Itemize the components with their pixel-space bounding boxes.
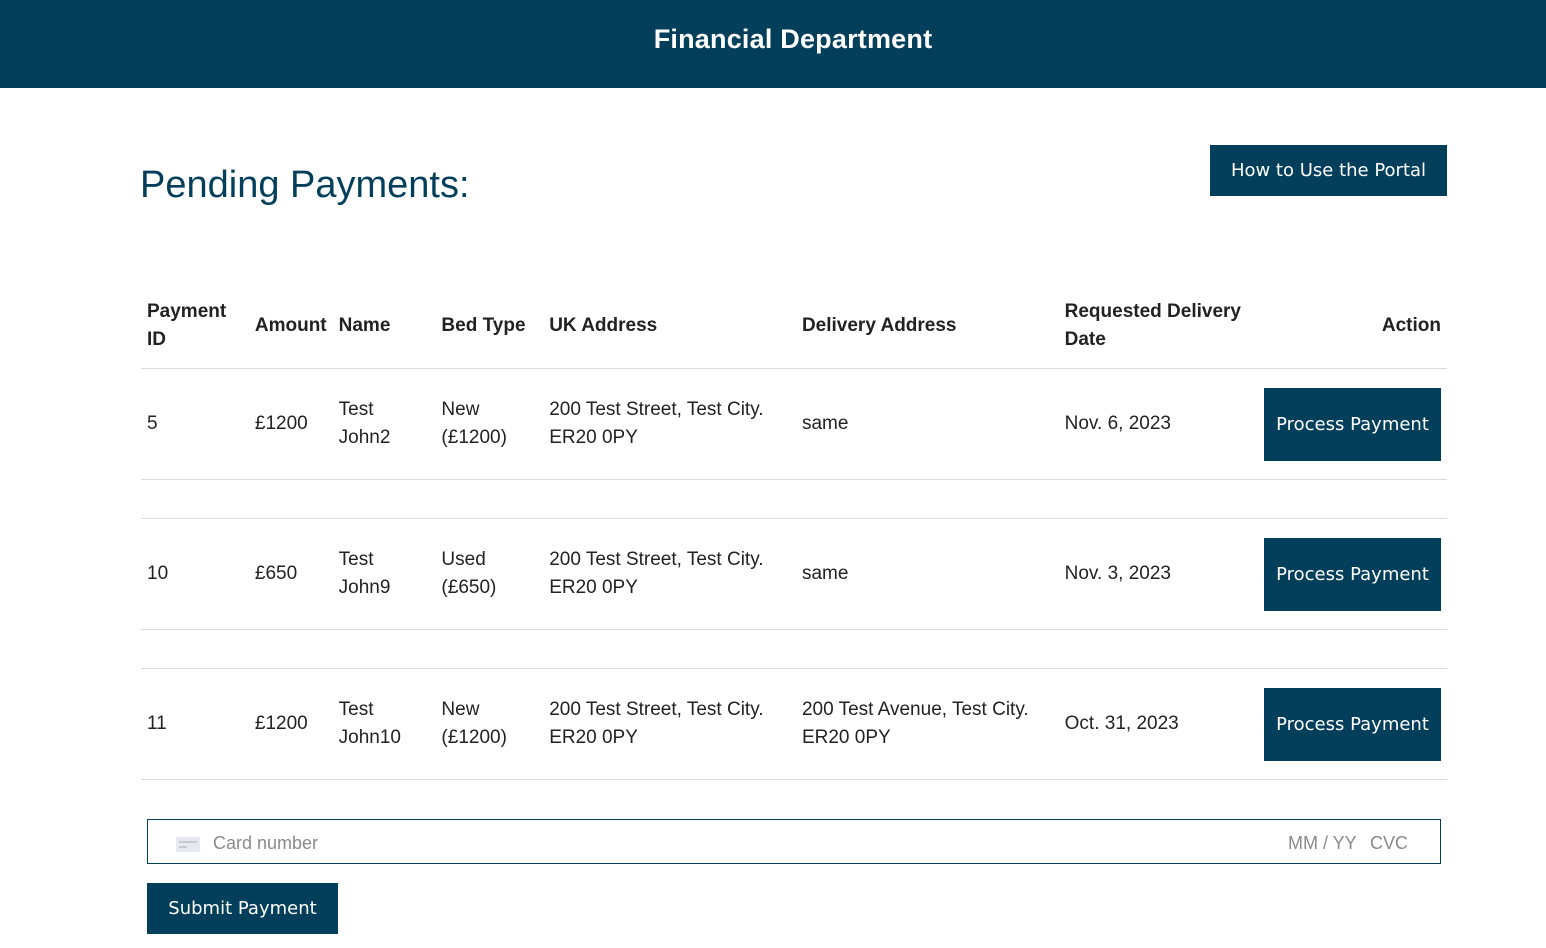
bed-type-cell: New (£1200) [435,668,544,780]
delivery-address-cell: 200 Test Avenue, Test City. ER20 0PY [795,668,1059,780]
table-row: 5 £1200 Test John2 New (£1200) 200 Test … [141,368,1447,480]
process-payment-button[interactable]: Process Payment [1264,687,1441,761]
column-header-uk-address: UK Address [543,284,796,369]
bed-type-cell: New (£1200) [435,368,544,480]
uk-address-cell: 200 Test Street, Test City. ER20 0PY [543,518,796,630]
delivery-address-cell: same [795,368,1059,480]
amount-cell: £1200 [248,668,333,780]
column-header-name: Name [332,284,436,369]
table-row: 11 £1200 Test John10 New (£1200) 200 Tes… [141,668,1447,780]
payment-id-cell: 5 [141,368,249,480]
process-payment-button[interactable]: Process Payment [1264,537,1441,611]
column-header-requested-date: Requested Delivery Date [1058,284,1258,369]
card-number-input[interactable] [211,828,915,858]
credit-card-icon [176,837,200,852]
card-payment-field [147,819,1441,864]
how-to-use-portal-button[interactable]: How to Use the Portal [1210,145,1447,196]
payment-id-cell: 11 [141,668,249,780]
action-cell: Process Payment [1257,518,1447,630]
pending-payments-table: Payment ID Amount Name Bed Type UK Addre… [141,284,1447,780]
uk-address-cell: 200 Test Street, Test City. ER20 0PY [543,668,796,780]
column-header-amount: Amount [248,284,333,369]
column-header-delivery-address: Delivery Address [795,284,1059,369]
amount-cell: £650 [248,518,333,630]
action-cell: Process Payment [1257,668,1447,780]
page-title: Pending Payments: [140,164,470,206]
header-title: Financial Department [653,24,933,54]
uk-address-cell: 200 Test Street, Test City. ER20 0PY [543,368,796,480]
table-header-row: Payment ID Amount Name Bed Type UK Addre… [141,284,1447,369]
requested-date-cell: Nov. 6, 2023 [1058,368,1258,480]
card-cvc-input[interactable] [1368,828,1422,858]
process-payment-button[interactable]: Process Payment [1264,387,1441,461]
row-spacer [141,479,1447,519]
row-spacer [141,629,1447,669]
requested-date-cell: Nov. 3, 2023 [1058,518,1258,630]
action-cell: Process Payment [1257,368,1447,480]
column-header-action: Action [1257,284,1447,369]
delivery-address-cell: same [795,518,1059,630]
column-header-payment-id: Payment ID [141,284,249,369]
card-expiry-input[interactable] [1286,828,1370,858]
amount-cell: £1200 [248,368,333,480]
payment-id-cell: 10 [141,518,249,630]
name-cell: Test John2 [332,368,436,480]
name-cell: Test John10 [332,668,436,780]
bed-type-cell: Used (£650) [435,518,544,630]
submit-payment-button[interactable]: Submit Payment [147,883,338,934]
top-header: Financial Department [0,0,1546,88]
requested-date-cell: Oct. 31, 2023 [1058,668,1258,780]
table-row: 10 £650 Test John9 Used (£650) 200 Test … [141,518,1447,630]
column-header-bed-type: Bed Type [435,284,544,369]
name-cell: Test John9 [332,518,436,630]
